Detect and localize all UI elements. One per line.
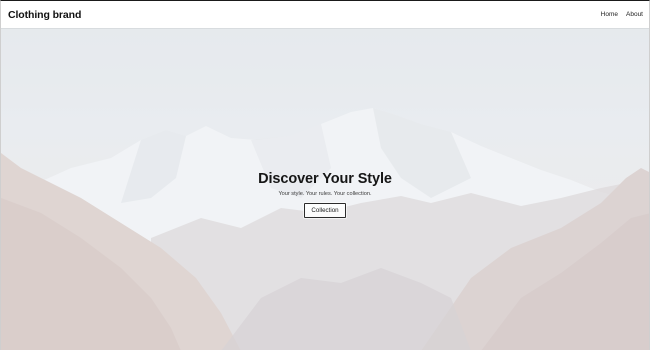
collection-button[interactable]: Collection [304, 203, 346, 218]
hero-subtitle: Your style. Your rules. Your collection. [278, 191, 372, 197]
nav-link-about[interactable]: About [626, 11, 643, 18]
brand-logo[interactable]: Clothing brand [8, 9, 81, 21]
nav-links: Home About [601, 11, 643, 18]
navbar: Clothing brand Home About [1, 1, 649, 28]
hero-content: Discover Your Style Your style. Your rul… [1, 171, 649, 218]
hero-section: Discover Your Style Your style. Your rul… [1, 28, 649, 350]
hero-title: Discover Your Style [258, 171, 392, 187]
browser-viewport: Clothing brand Home About Discover Your … [0, 0, 650, 350]
nav-link-home[interactable]: Home [601, 11, 618, 18]
